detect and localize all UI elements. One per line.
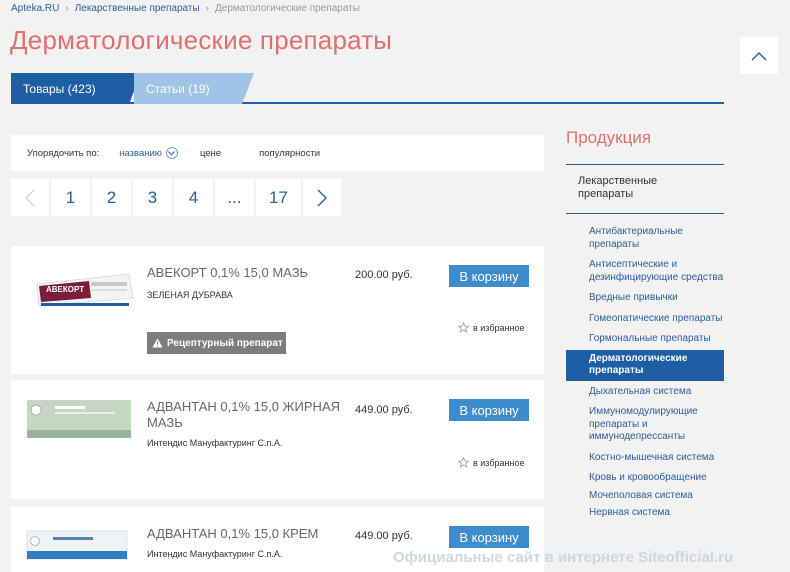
pagination: 1 2 3 4 ... 17 [11,179,341,216]
star-icon [458,457,469,468]
product-pack-label: АВЕКОРТ [46,285,85,294]
sidebar-item-respiratory[interactable]: Дыхательная система [566,384,724,401]
watermark: Официальные сайт в интернете Siteofficia… [393,549,734,566]
sidebar-item-bad-habits[interactable]: Вредные привычки [566,290,724,307]
breadcrumb: Apteka.RU › Лекарственные препараты › Де… [11,3,360,14]
chevron-right-icon [317,189,327,206]
chevron-up-icon [751,51,767,60]
product-pack-image [26,530,128,560]
tab-articles[interactable]: Статьи (19) [134,73,254,104]
product-title[interactable]: АДВАНТАН 0,1% 15,0 КРЕМ [147,526,342,542]
sidebar-item-hormonal[interactable]: Гормональные препараты [566,331,724,348]
chevron-down-icon [165,147,178,159]
breadcrumb-separator: › [65,3,69,14]
product-image[interactable] [25,400,133,440]
sort-by-popularity[interactable]: популярности [259,148,320,159]
add-to-cart-button[interactable]: В корзину [449,526,529,548]
product-price: 449.00 руб. [355,530,413,542]
sidebar-item-antiseptic[interactable]: Антисептические и дезинфицирующие средст… [566,257,724,286]
pager-page-17[interactable]: 17 [256,179,301,216]
product-price: 449.00 руб. [355,404,413,416]
sidebar-category-list: Антибактериальные препараты Антисептичес… [566,224,724,522]
prescription-badge-label: Рецептурный препарат [167,337,283,349]
sidebar-item-urogenital[interactable]: Мочеполовая система [566,488,724,505]
pager-page-3[interactable]: 3 [133,179,172,216]
sidebar-item-homeopathic[interactable]: Гомеопатические препараты [566,311,724,328]
add-to-cart-button[interactable]: В корзину [449,265,529,287]
add-to-favorites[interactable]: в избранное [458,322,524,333]
product-title[interactable]: АВЕКОРТ 0,1% 15,0 МАЗЬ [147,265,342,281]
sidebar-title: Продукция [566,128,652,147]
breadcrumb-separator: › [205,3,209,14]
breadcrumb-medicines[interactable]: Лекарственные препараты [75,3,200,14]
product-pack-image [27,400,131,438]
product-card: АДВАНТАН 0,1% 15,0 ЖИРНАЯ МАЗЬ Интендис … [11,380,544,499]
sort-bar: Упорядочить по: названию цене популярнос… [11,135,544,171]
sidebar-item-nervous[interactable]: Нервная система [566,505,724,522]
breadcrumb-current: Дерматологические препараты [215,3,360,14]
pager-prev-button[interactable] [11,179,49,216]
breadcrumb-home[interactable]: Apteka.RU [11,3,59,14]
tabs: Товары (423) Статьи (19) [11,73,724,104]
add-to-favorites-label: в избранное [473,322,525,333]
pager-page-4[interactable]: 4 [174,179,213,216]
add-to-favorites-label: в избранное [473,457,525,468]
star-icon [458,322,469,333]
pager-ellipsis: ... [215,179,254,216]
product-maker: Интендис Мануфактуринг С.п.А. [147,438,283,448]
sidebar-item-blood[interactable]: Кровь и кровообращение [566,470,724,487]
product-price: 200.00 руб. [355,269,413,281]
sidebar-item-immunomodulating[interactable]: Иммуномодулирующие препараты и иммунодеп… [566,404,724,446]
sidebar-divider [566,164,724,165]
sort-by-name-label: названию [119,147,162,159]
sidebar-item-dermatological[interactable]: Дерматологические препараты [566,349,724,381]
product-image[interactable]: АВЕКОРТ [29,270,137,314]
sidebar-item-musculoskeletal[interactable]: Костно-мышечная система [566,450,724,467]
add-to-cart-button[interactable]: В корзину [449,399,529,421]
sidebar-parent-category[interactable]: Лекарственные препараты [578,175,708,201]
product-title[interactable]: АДВАНТАН 0,1% 15,0 ЖИРНАЯ МАЗЬ [147,399,342,431]
page-title: Дерматологические препараты [10,25,393,55]
product-card: АВЕКОРТ АВЕКОРТ 0,1% 15,0 МАЗЬ ЗЕЛЕНАЯ Д… [11,246,544,374]
product-maker: ЗЕЛЕНАЯ ДУБРАВА [147,290,233,300]
product-image[interactable] [25,527,133,563]
chevron-left-icon [25,189,35,206]
sort-by-price[interactable]: цене [200,148,221,159]
prescription-badge: Рецептурный препарат [147,332,286,354]
pager-next-button[interactable] [303,179,341,216]
product-maker: Интендис Мануфактуринг С.п.А. [147,549,283,559]
pager-page-2[interactable]: 2 [92,179,131,216]
tab-goods[interactable]: Товары (423) [11,73,141,104]
pager-page-1[interactable]: 1 [51,179,90,216]
warning-icon [152,338,163,348]
sort-by-name[interactable]: названию [119,147,178,159]
sidebar-divider [566,213,724,214]
sort-label: Упорядочить по: [27,147,100,159]
scroll-top-button[interactable] [740,37,778,74]
add-to-favorites[interactable]: в избранное [458,457,524,468]
sidebar-item-antibacterial[interactable]: Антибактериальные препараты [566,224,724,253]
